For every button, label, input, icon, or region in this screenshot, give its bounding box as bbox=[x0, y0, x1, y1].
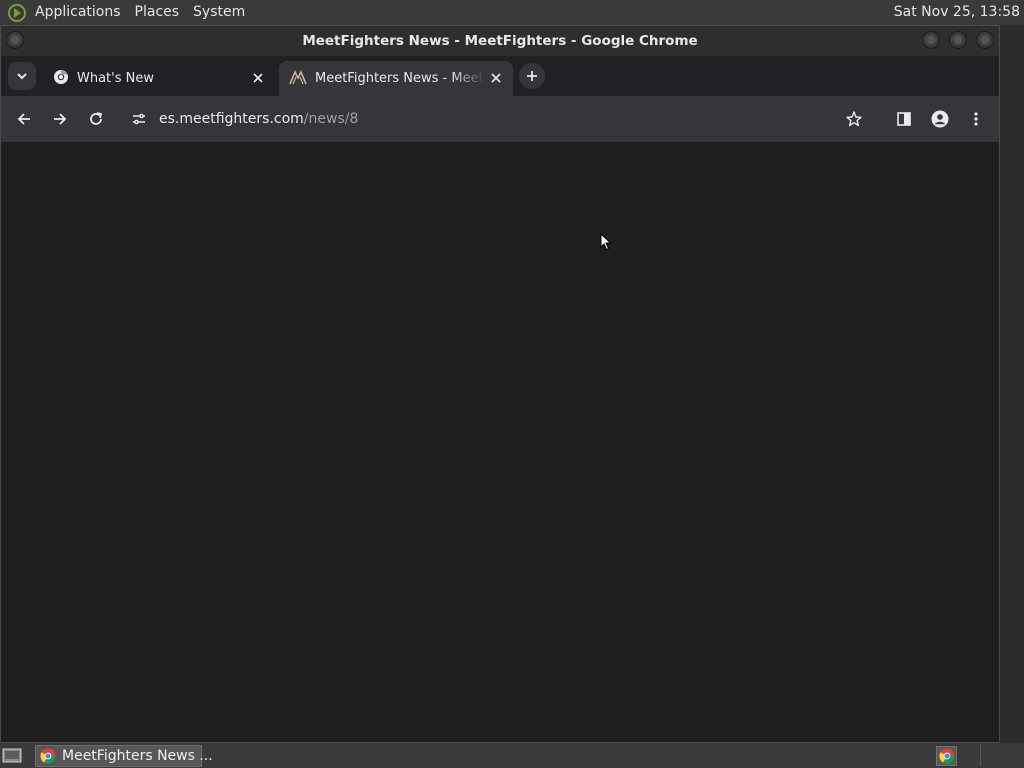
chrome-icon bbox=[53, 69, 69, 89]
reload-icon bbox=[90, 112, 103, 125]
taskbar-window-label: MeetFighters News ... bbox=[62, 748, 213, 764]
star-icon bbox=[846, 111, 862, 127]
distro-logo-icon[interactable] bbox=[6, 2, 28, 24]
forward-button[interactable] bbox=[47, 106, 73, 132]
browser-toolbar: es.meetfighters.com/news/8 bbox=[1, 96, 999, 142]
bottom-taskbar: MeetFighters News ... bbox=[0, 743, 1024, 768]
places-menu[interactable]: Places bbox=[128, 0, 187, 25]
show-desktop-icon[interactable] bbox=[2, 747, 22, 764]
chrome-icon bbox=[40, 748, 56, 764]
window-titlebar[interactable]: MeetFighters News - MeetFighters - Googl… bbox=[1, 26, 999, 56]
chrome-menu-button[interactable] bbox=[963, 106, 989, 132]
close-tab-icon[interactable] bbox=[487, 69, 505, 87]
tab-strip: What's New MeetFighters News - MeetFight… bbox=[1, 56, 999, 96]
tab-title: MeetFighters News - MeetFighters bbox=[315, 71, 485, 86]
arrow-left-icon bbox=[17, 113, 30, 125]
profile-icon bbox=[931, 110, 949, 128]
new-tab-button[interactable] bbox=[519, 63, 545, 89]
address-bar[interactable]: es.meetfighters.com/news/8 bbox=[121, 103, 876, 135]
tab-title: What's New bbox=[77, 71, 154, 86]
back-button[interactable] bbox=[11, 106, 37, 132]
arrow-right-icon bbox=[54, 113, 67, 125]
site-info-icon[interactable] bbox=[127, 107, 151, 131]
close-tab-icon[interactable] bbox=[249, 69, 267, 87]
kebab-menu-icon bbox=[974, 112, 978, 126]
plus-icon bbox=[527, 71, 537, 81]
side-panel-icon bbox=[897, 112, 911, 126]
tray-separator bbox=[980, 745, 981, 766]
browser-window: MeetFighters News - MeetFighters - Googl… bbox=[0, 25, 1000, 743]
tab-search-button[interactable] bbox=[8, 62, 36, 90]
tray-chrome-icon[interactable] bbox=[936, 746, 957, 766]
tab-whats-new[interactable]: What's New bbox=[43, 61, 275, 96]
system-menu[interactable]: System bbox=[186, 0, 252, 25]
url-domain: es.meetfighters.com bbox=[159, 111, 304, 127]
side-panel-button[interactable] bbox=[891, 106, 917, 132]
window-title: MeetFighters News - MeetFighters - Googl… bbox=[302, 33, 698, 49]
bookmark-star-button[interactable] bbox=[841, 106, 867, 132]
page-content[interactable] bbox=[1, 142, 999, 742]
tab-meetfighters-news[interactable]: MeetFighters News - MeetFighters bbox=[279, 61, 513, 96]
url-path: /news/8 bbox=[303, 111, 359, 127]
url-text[interactable]: es.meetfighters.com/news/8 bbox=[159, 111, 358, 127]
taskbar-window-button[interactable]: MeetFighters News ... bbox=[35, 745, 213, 767]
maximize-button[interactable] bbox=[949, 31, 967, 49]
minimize-button[interactable] bbox=[922, 31, 940, 49]
window-menu-button[interactable] bbox=[6, 31, 24, 49]
meetfighters-logo-icon bbox=[289, 69, 307, 89]
close-window-button[interactable] bbox=[976, 31, 994, 49]
mouse-cursor-icon bbox=[600, 232, 612, 255]
reload-button[interactable] bbox=[83, 106, 109, 132]
panel-clock[interactable]: Sat Nov 25, 13:58 bbox=[894, 0, 1020, 25]
profile-button[interactable] bbox=[927, 106, 953, 132]
chevron-down-icon bbox=[17, 73, 27, 80]
top-panel: Applications Places System Sat Nov 25, 1… bbox=[0, 0, 1024, 25]
applications-menu[interactable]: Applications bbox=[28, 0, 128, 25]
